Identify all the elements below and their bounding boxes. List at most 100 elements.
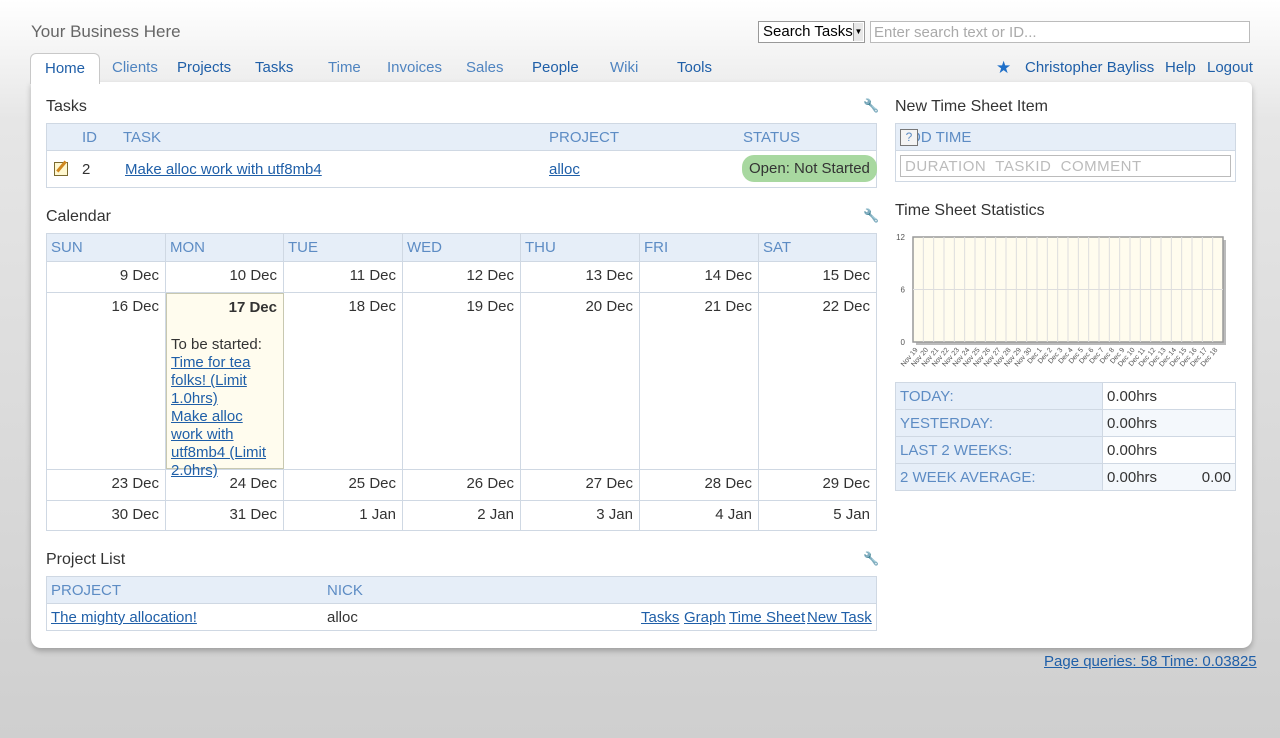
day-sun: SUN — [47, 234, 166, 261]
search-input[interactable] — [870, 21, 1250, 43]
tasks-title: Tasks — [46, 98, 87, 115]
project-graph-link[interactable]: Graph — [684, 609, 726, 626]
stats-row: YESTERDAY: 0.00hrs — [895, 409, 1236, 437]
main-panel: Tasks 🔧 ID TASK PROJECT STATUS 2 Make al… — [31, 82, 1252, 648]
time-entry-input[interactable] — [900, 155, 1231, 177]
time-sheet-box: ADD TIME ? — [895, 123, 1236, 182]
business-name: Your Business Here — [31, 22, 181, 41]
project-link[interactable]: The mighty allocation! — [51, 609, 197, 626]
today-events-label: To be started: — [171, 336, 262, 353]
project-list-title: Project List — [46, 551, 126, 568]
calendar-week: 16 Dec 17 Dec To be started: Time for te… — [47, 292, 876, 479]
calendar-day[interactable]: 1 Jan — [284, 501, 403, 530]
calendar-day[interactable]: 3 Jan — [521, 501, 640, 530]
calendar-day[interactable]: 14 Dec — [640, 262, 759, 292]
tasks-table: ID TASK PROJECT STATUS 2 Make alloc work… — [46, 123, 877, 188]
time-sheet-header: ADD TIME ? — [896, 124, 1235, 151]
col-status[interactable]: STATUS — [743, 129, 800, 146]
stats-average-extra: 0.00 — [1201, 469, 1231, 486]
calendar-wrench-icon[interactable]: 🔧 — [863, 208, 879, 223]
calendar-day[interactable]: 26 Dec — [403, 470, 521, 500]
stats-value: 0.00hrs — [1102, 409, 1236, 437]
calendar-day[interactable]: 24 Dec — [166, 470, 284, 500]
project-nick: alloc — [327, 609, 358, 626]
calendar-day[interactable]: 20 Dec — [521, 293, 640, 469]
stats-label: LAST 2 WEEKS: — [895, 436, 1103, 464]
task-id: 2 — [82, 161, 91, 178]
search-type-select[interactable]: Search Tasks ▼ — [758, 21, 865, 43]
stats-row: 2 WEEK AVERAGE: 0.00hrs 0.00 — [895, 463, 1236, 491]
calendar-day[interactable]: 28 Dec — [640, 470, 759, 500]
calendar-day[interactable]: 19 Dec — [403, 293, 521, 469]
user-name-link[interactable]: Christopher Bayliss — [1025, 59, 1154, 76]
edit-icon[interactable] — [54, 162, 68, 176]
logout-link[interactable]: Logout — [1207, 59, 1253, 76]
stats-label: TODAY: — [895, 382, 1103, 410]
calendar-week: 30 Dec 31 Dec 1 Jan 2 Jan 3 Jan 4 Jan 5 … — [47, 500, 876, 530]
today-events: To be started: Time for tea folks! (Limi… — [171, 336, 277, 480]
event-link[interactable]: Time for tea folks! (Limit 1.0hrs) — [171, 354, 277, 408]
tab-home[interactable]: Home — [30, 53, 100, 84]
tasks-header-row: ID TASK PROJECT STATUS — [47, 124, 876, 151]
calendar-day[interactable]: 21 Dec — [640, 293, 759, 469]
calendar-day[interactable]: 5 Jan — [759, 501, 876, 530]
calendar-day[interactable]: 27 Dec — [521, 470, 640, 500]
calendar-day[interactable]: 23 Dec — [47, 470, 166, 500]
search-type-label: Search Tasks — [763, 23, 853, 40]
project-tasks-link[interactable]: Tasks — [641, 609, 679, 626]
project-timesheet-link[interactable]: Time Sheet — [729, 609, 805, 626]
calendar-day[interactable]: 2 Jan — [403, 501, 521, 530]
calendar-today[interactable]: 17 Dec To be started: Time for tea folks… — [166, 293, 284, 479]
chart-ytick-label: 6 — [901, 286, 906, 295]
stats-value: 0.00hrs — [1102, 436, 1236, 464]
calendar-day[interactable]: 29 Dec — [759, 470, 876, 500]
calendar-day[interactable]: 25 Dec — [284, 470, 403, 500]
col-project[interactable]: PROJECT — [549, 129, 619, 146]
project-header-row: PROJECT NICK — [47, 577, 876, 604]
calendar-day[interactable]: 4 Jan — [640, 501, 759, 530]
calendar-day[interactable]: 15 Dec — [759, 262, 876, 292]
calendar-day[interactable]: 16 Dec — [47, 293, 166, 469]
help-link[interactable]: Help — [1165, 59, 1196, 76]
stats-label: 2 WEEK AVERAGE: — [895, 463, 1103, 491]
page-queries-link[interactable]: Page queries: 58 Time: 0.03825 — [1044, 653, 1257, 670]
task-link[interactable]: Make alloc work with utf8mb4 — [125, 161, 322, 178]
calendar-day[interactable]: 22 Dec — [759, 293, 876, 469]
tasks-wrench-icon[interactable]: 🔧 — [863, 98, 879, 113]
user-area: ★ Christopher Bayliss Help Logout — [0, 58, 1280, 78]
calendar-day[interactable]: 12 Dec — [403, 262, 521, 292]
stats-table: TODAY: 0.00hrs YESTERDAY: 0.00hrs LAST 2… — [895, 382, 1236, 491]
project-newtask-link[interactable]: New Task — [807, 609, 872, 626]
calendar-day[interactable]: 11 Dec — [284, 262, 403, 292]
calendar-day[interactable]: 31 Dec — [166, 501, 284, 530]
stats-label: YESTERDAY: — [895, 409, 1103, 437]
stats-value: 0.00hrs — [1102, 382, 1236, 410]
project-list-wrench-icon[interactable]: 🔧 — [863, 551, 879, 566]
stats-value: 0.00hrs 0.00 — [1102, 463, 1236, 491]
day-mon: MON — [166, 234, 284, 261]
calendar-title: Calendar — [46, 208, 111, 225]
calendar-day[interactable]: 9 Dec — [47, 262, 166, 292]
day-fri: FRI — [640, 234, 759, 261]
day-sat: SAT — [763, 239, 792, 256]
calendar-grid: SUN MON TUE WED THU FRI SAT 9 Dec 10 Dec… — [46, 233, 877, 531]
status-badge: Open: Not Started — [742, 155, 877, 182]
calendar-day[interactable]: 13 Dec — [521, 262, 640, 292]
help-icon[interactable]: ? — [900, 129, 918, 146]
col-project[interactable]: PROJECT — [51, 582, 121, 599]
day-thu: THU — [521, 234, 640, 261]
col-task[interactable]: TASK — [123, 129, 161, 146]
calendar-header: SUN MON TUE WED THU FRI SAT — [47, 234, 876, 261]
col-nick[interactable]: NICK — [327, 582, 363, 599]
calendar-day[interactable]: 30 Dec — [47, 501, 166, 530]
calendar-day[interactable]: 10 Dec — [166, 262, 284, 292]
star-icon[interactable]: ★ — [996, 58, 1011, 78]
time-sheet-chart: 1260Nov 19Nov 20Nov 21Nov 22Nov 23Nov 24… — [896, 233, 1226, 368]
chart-ytick-label: 12 — [896, 233, 905, 242]
today-date: 17 Dec — [228, 299, 277, 316]
calendar-week: 9 Dec 10 Dec 11 Dec 12 Dec 13 Dec 14 Dec… — [47, 261, 876, 292]
project-table: PROJECT NICK The mighty allocation! allo… — [46, 576, 877, 631]
calendar-day[interactable]: 18 Dec — [284, 293, 403, 469]
task-project-link[interactable]: alloc — [549, 161, 580, 178]
col-id[interactable]: ID — [82, 129, 97, 146]
